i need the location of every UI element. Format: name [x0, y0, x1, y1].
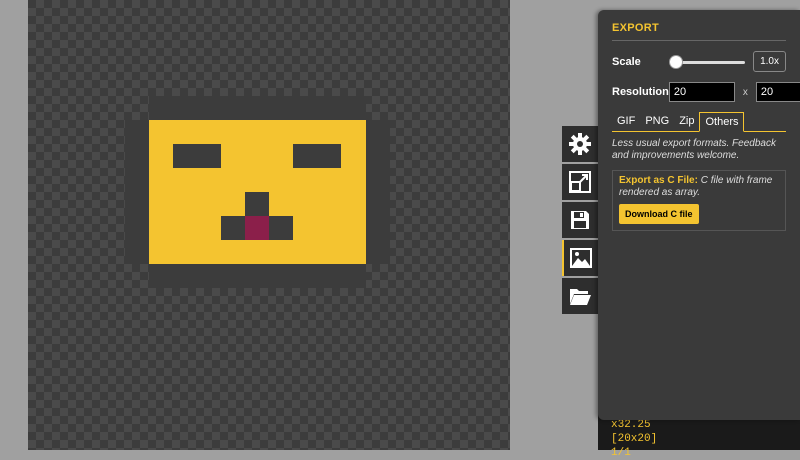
scale-value: 1.0x	[753, 51, 786, 72]
sprite-bottom-outline	[149, 264, 366, 288]
resolution-separator: x	[742, 86, 748, 98]
drawing-canvas[interactable]	[28, 0, 510, 450]
scale-label: Scale	[612, 55, 641, 68]
resize-icon	[569, 171, 591, 193]
save-tool-button[interactable]	[562, 202, 598, 238]
sprite-left-eye	[173, 144, 221, 168]
c-file-title: Export as C File:	[619, 175, 698, 186]
tab-description: Less usual export formats. Feedback and …	[612, 138, 776, 161]
open-folder-icon	[570, 289, 591, 305]
sprite-top-outline	[149, 96, 366, 120]
export-tabs: GIF PNG Zip Others	[612, 112, 786, 132]
settings-toolbar	[562, 126, 598, 316]
sprite-right-outline	[366, 120, 390, 264]
resolution-width-input[interactable]	[668, 82, 735, 102]
save-floppy-icon	[571, 211, 589, 229]
size-readout: [20x20]	[611, 433, 658, 445]
panel-title: EXPORT	[612, 22, 786, 41]
resize-tool-button[interactable]	[562, 164, 598, 200]
settings-gear-icon	[569, 133, 591, 155]
frame-readout: 1/1	[611, 447, 631, 459]
export-tool-button[interactable]	[562, 240, 598, 276]
resolution-height-input[interactable]	[755, 82, 800, 102]
export-image-icon	[570, 248, 592, 268]
tab-gif[interactable]: GIF	[612, 112, 640, 131]
sprite-tongue	[245, 216, 269, 240]
scale-slider[interactable]	[670, 54, 746, 70]
sprite-mouth-top	[245, 192, 269, 216]
resolution-row: Resolution x	[612, 82, 800, 102]
open-tool-button[interactable]	[562, 278, 598, 314]
download-c-file-button[interactable]: Download C file	[619, 204, 699, 224]
c-file-export-box: Export as C File: C file with frame rend…	[612, 170, 786, 231]
zoom-readout: x32.25	[611, 419, 651, 431]
resolution-label: Resolution	[612, 86, 669, 98]
tab-others[interactable]: Others	[699, 112, 745, 132]
sprite-left-outline	[125, 120, 149, 264]
tab-png[interactable]: PNG	[640, 112, 674, 131]
export-panel: EXPORT Scale 1.0x Resolution x GIF PNG Z…	[598, 10, 800, 420]
settings-tool-button[interactable]	[562, 126, 598, 162]
sprite-right-eye	[293, 144, 341, 168]
tab-zip[interactable]: Zip	[674, 112, 699, 131]
slider-knob[interactable]	[670, 55, 682, 68]
left-gutter	[0, 0, 28, 450]
scale-row: Scale 1.0x	[612, 51, 786, 72]
